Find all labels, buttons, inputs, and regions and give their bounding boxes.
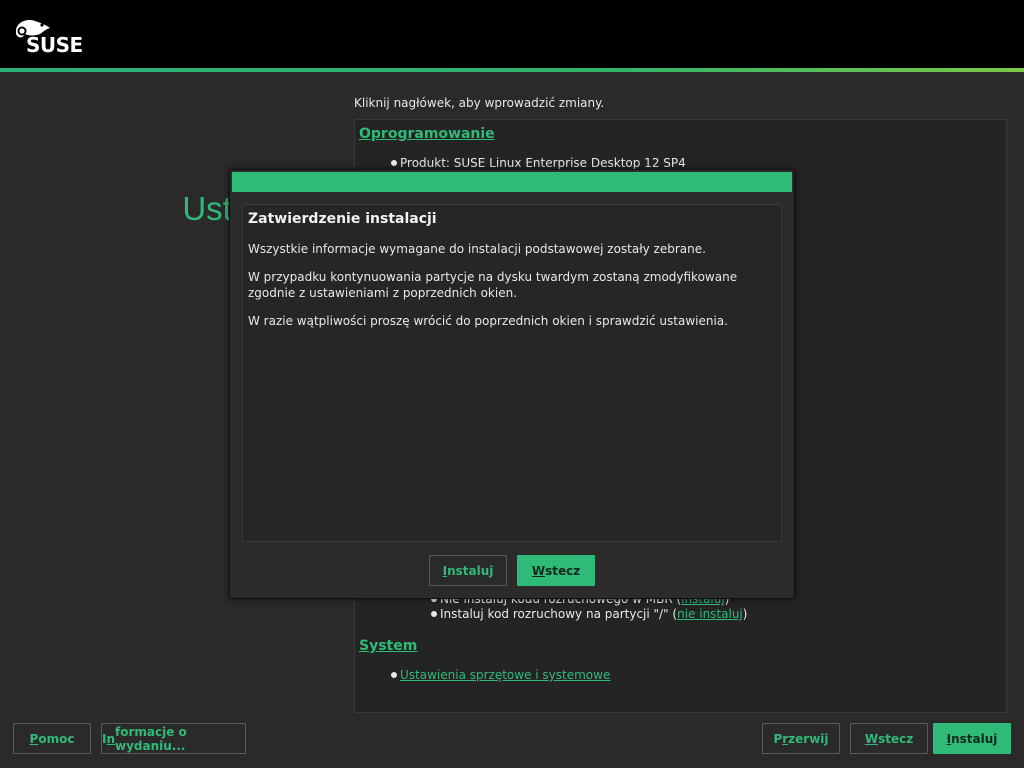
dialog-paragraph-1: Wszystkie informacje wymagane do instala… bbox=[248, 242, 706, 256]
top-bar: SUSE bbox=[0, 0, 1024, 70]
install-button[interactable]: Instaluj bbox=[933, 723, 1011, 754]
hardware-system-settings-link[interactable]: Ustawienia sprzętowe i systemowe bbox=[400, 668, 610, 682]
dialog-install-button[interactable]: Instaluj bbox=[429, 555, 507, 586]
product-bullet: Produkt: SUSE Linux Enterprise Desktop 1… bbox=[391, 156, 686, 170]
edit-hint: Kliknij nagłówek, aby wprowadzić zmiany. bbox=[354, 96, 605, 110]
boot-partition-dont-install-link[interactable]: nie instaluj bbox=[677, 607, 743, 621]
release-notes-button[interactable]: In formacje o wydaniu... bbox=[101, 723, 246, 754]
bullet-icon bbox=[391, 160, 397, 166]
system-bullet: Ustawienia sprzętowe i systemowe bbox=[391, 668, 610, 682]
abort-button[interactable]: Pr zerwij bbox=[762, 723, 840, 754]
bullet-icon bbox=[391, 672, 397, 678]
boot-partition-bullet: Instaluj kod rozruchowy na partycji "/" … bbox=[431, 607, 747, 621]
bullet-icon bbox=[431, 611, 437, 617]
system-heading-link[interactable]: System bbox=[359, 638, 417, 654]
install-confirmation-dialog: Zatwierdzenie instalacji Wszystkie infor… bbox=[229, 169, 795, 599]
dialog-paragraph-3: W razie wątpliwości proszę wrócić do pop… bbox=[248, 314, 728, 328]
back-button[interactable]: Wstecz bbox=[850, 723, 928, 754]
help-button[interactable]: Pomoc bbox=[13, 723, 91, 754]
software-heading-link[interactable]: Oprogramowanie bbox=[359, 126, 495, 142]
dialog-back-button[interactable]: Wstecz bbox=[517, 555, 595, 586]
dialog-content: Zatwierdzenie instalacji Wszystkie infor… bbox=[242, 204, 782, 542]
top-accent-line bbox=[0, 68, 1024, 72]
dialog-title: Zatwierdzenie instalacji bbox=[248, 211, 437, 227]
dialog-title-bar bbox=[232, 172, 792, 192]
suse-logo-text: SUSE bbox=[26, 33, 83, 57]
dialog-paragraph-2: W przypadku kontynuowania partycje na dy… bbox=[248, 270, 738, 300]
